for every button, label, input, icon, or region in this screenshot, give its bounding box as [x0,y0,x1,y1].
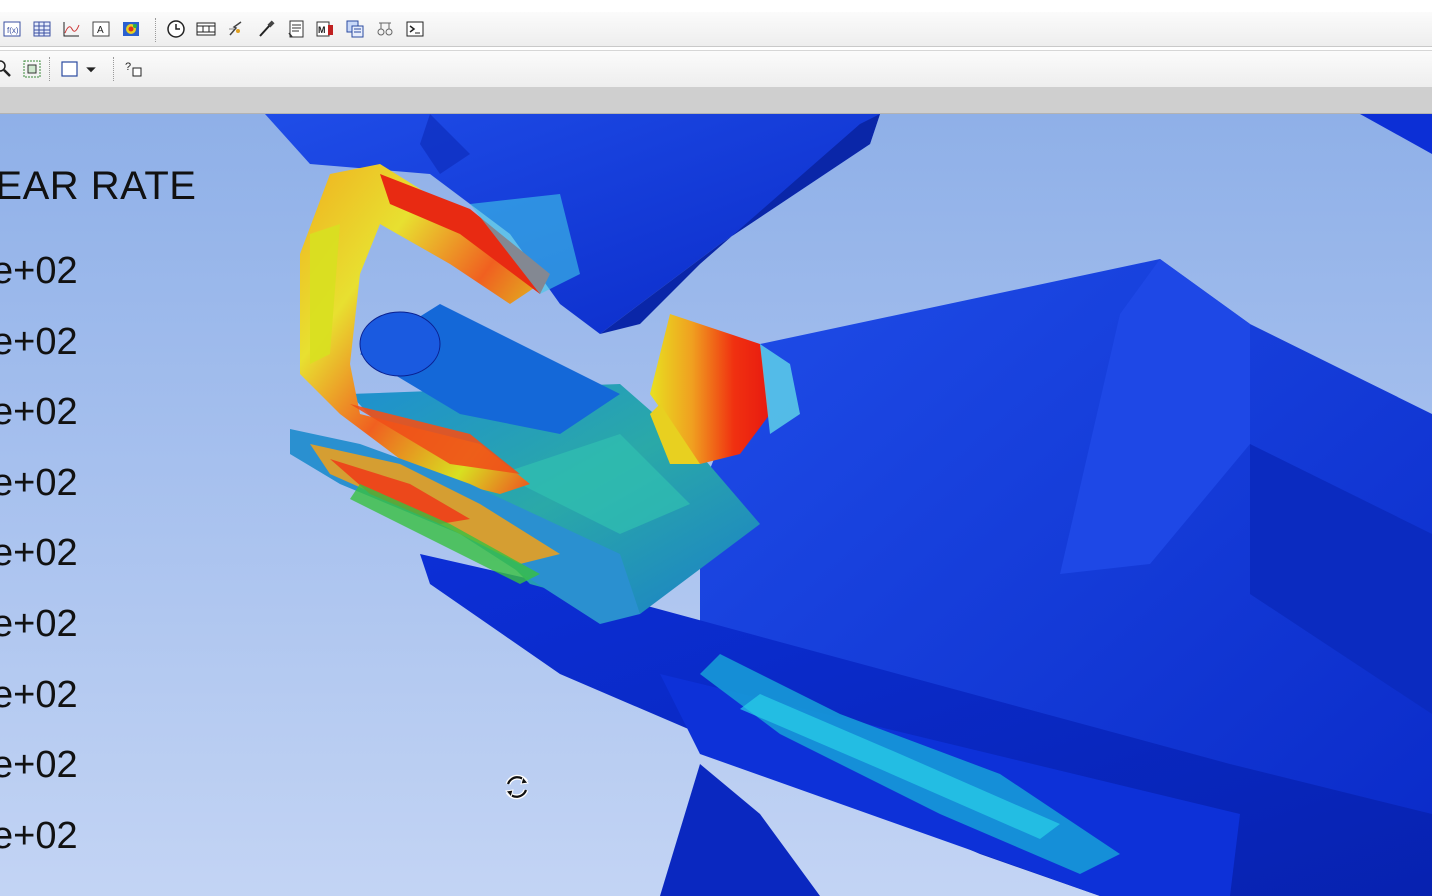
svg-text:f(x): f(x) [7,26,19,35]
viewport-title-bar [0,87,1432,114]
fit-view-icon[interactable] [21,58,43,80]
calculator-icon[interactable]: f(x) [1,18,23,40]
legend-value: e+02 [0,603,78,645]
legend-value: e+02 [0,815,78,857]
right-blade-edge [1360,114,1432,154]
help-pointer-icon[interactable]: ? [123,58,145,80]
scale-icon[interactable] [374,18,396,40]
viewport-layout-icon[interactable] [59,58,81,80]
main-toolbar: f(x) A M [0,12,1432,47]
legend-value: e+02 [0,462,78,504]
dropdown-arrow-icon[interactable] [83,58,99,80]
view-toolbar: ? [0,50,1432,88]
legend-value: e+02 [0,532,78,574]
legend-value: e+02 [0,250,78,292]
layers-icon[interactable] [344,18,366,40]
report-icon[interactable] [285,18,307,40]
legend-title: HEAR RATE [0,164,197,208]
legend-value: e+02 [0,744,78,786]
xy-plot-icon[interactable] [60,18,82,40]
svg-text:M: M [318,25,326,35]
probe-icon[interactable] [255,18,277,40]
table-icon[interactable] [31,18,53,40]
command-console-icon[interactable] [404,18,426,40]
legend-value: e+02 [0,321,78,363]
contour-scene [265,114,1432,896]
svg-text:?: ? [125,61,131,73]
rotate-cursor-icon [500,770,534,804]
image-export-icon[interactable]: M [314,18,336,40]
filmstrip-icon[interactable] [195,18,217,40]
svg-text:A: A [97,25,104,36]
window-top-edge [0,0,1432,12]
zoom-icon[interactable] [0,58,14,80]
contour-icon[interactable] [120,18,142,40]
annotate-text-icon[interactable]: A [90,18,112,40]
legend-value: e+02 [0,674,78,716]
graphics-viewport[interactable]: HEAR RATE e+02 e+02 e+02 e+02 e+02 e+02 … [0,114,1432,896]
animation-clock-icon[interactable] [165,18,187,40]
spark-icon[interactable] [225,18,247,40]
legend-value: e+02 [0,391,78,433]
